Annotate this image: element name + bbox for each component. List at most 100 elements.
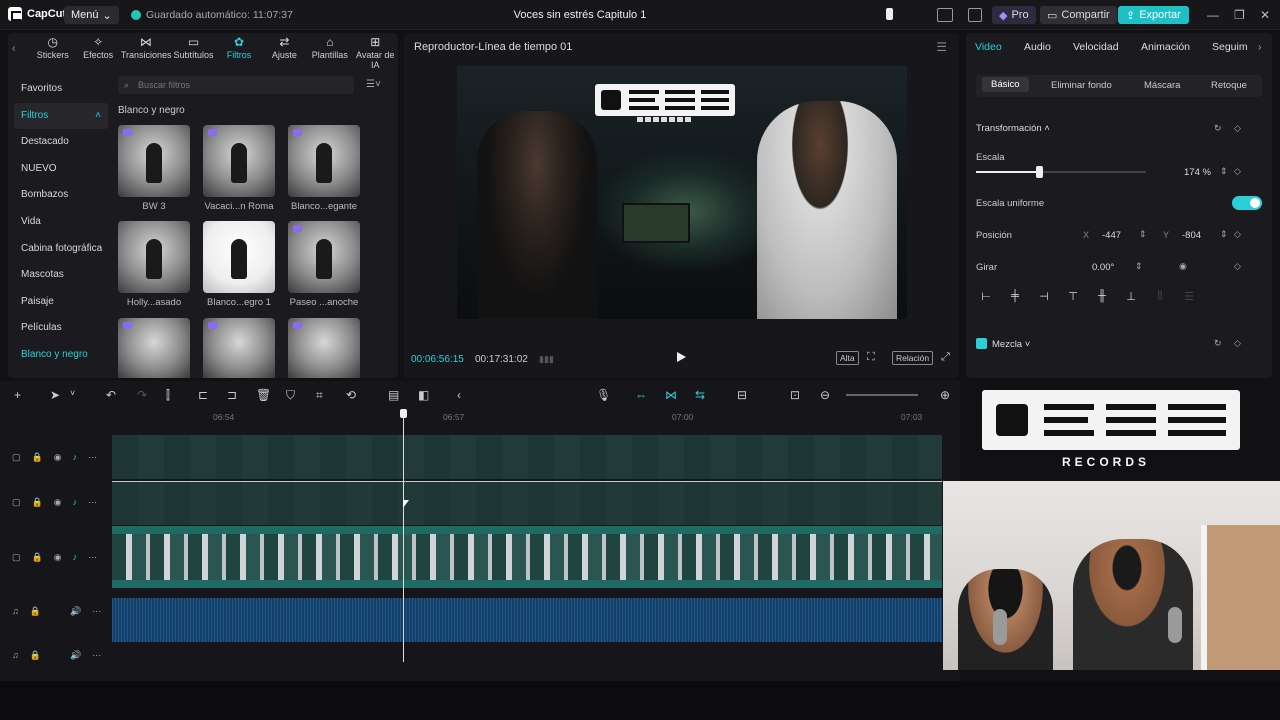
undo-icon[interactable]: ↶ (106, 388, 116, 402)
link-main-track-icon[interactable]: ⇔ (635, 388, 647, 402)
playhead-handle[interactable] (400, 409, 407, 418)
stepper-icon[interactable]: ⇕ (1139, 229, 1147, 240)
audio-link-icon[interactable]: ♪ (73, 552, 78, 563)
video-track-2[interactable] (112, 481, 942, 525)
category-black-white[interactable]: Blanco y negro (14, 342, 108, 369)
keyframe-icon[interactable]: ◇ (1234, 261, 1241, 272)
filter-search-input[interactable]: ⌕ Buscar filtros (118, 76, 354, 94)
audio-link-icon[interactable]: ♪ (73, 452, 78, 463)
position-x-input[interactable]: -447 (1102, 230, 1121, 241)
minimize-icon[interactable]: — (1207, 8, 1219, 22)
tab-tracking[interactable]: Seguim (1212, 41, 1248, 53)
tab-ai-avatar[interactable]: ⊞ Avatar de IA (353, 33, 398, 70)
audio-link-icon[interactable]: ♪ (73, 497, 78, 508)
lock-icon[interactable]: 🔒 (32, 497, 43, 508)
chevron-down-icon[interactable]: ˅ (70, 388, 75, 398)
filter-thumb-negro1[interactable] (203, 221, 275, 293)
eye-icon[interactable]: ◉ (54, 497, 62, 508)
align-bottom-icon[interactable]: ⊥ (1121, 290, 1141, 306)
reset-icon[interactable]: ↻ (1214, 123, 1222, 134)
main-video-track[interactable] (112, 526, 942, 588)
share-button[interactable]: ▭ Compartir (1040, 6, 1117, 24)
more-icon[interactable]: ⋯ (92, 650, 101, 661)
tab-audio[interactable]: Audio (1024, 41, 1051, 53)
keyframe-icon[interactable]: ◇ (1234, 166, 1241, 177)
split-left-icon[interactable]: ⊏ (198, 388, 208, 402)
align-center-h-icon[interactable]: ╪ (1005, 290, 1025, 306)
zoom-slider[interactable] (846, 394, 918, 396)
preview-axis-icon[interactable]: ⊟ (737, 388, 747, 402)
category-filters[interactable]: Filtros ˄ (14, 102, 108, 130)
scale-value[interactable]: 174 % (1184, 167, 1211, 178)
microphone-icon[interactable]: 🎙 (596, 388, 611, 402)
audio-track-icon[interactable]: ♫ (12, 650, 19, 661)
tab-transitions[interactable]: ⋈ Transiciones (121, 33, 172, 60)
track-cover-icon[interactable]: ▢ (12, 497, 21, 508)
stepper-icon[interactable]: ⇕ (1135, 261, 1143, 272)
category-featured[interactable]: Destacado (14, 129, 108, 156)
tab-stickers[interactable]: ◷ Stickers (30, 33, 75, 60)
shield-icon[interactable]: ⛉ (286, 388, 295, 403)
eye-icon[interactable]: ◉ (54, 552, 62, 563)
collapse-icon[interactable]: ‹ (457, 388, 461, 402)
reset-icon[interactable]: ↻ (1214, 338, 1222, 349)
zoom-out-icon[interactable]: ⊖ (820, 388, 830, 402)
tab-animation[interactable]: Animación (1141, 41, 1190, 53)
rotate-input[interactable]: 0.00° (1092, 262, 1114, 273)
subtab-remove-bg[interactable]: Eliminar fondo (1051, 80, 1112, 91)
category-life[interactable]: Vida (14, 209, 108, 236)
split-right-icon[interactable]: ⊐ (227, 388, 237, 402)
subtab-mask[interactable]: Máscara (1144, 80, 1180, 91)
filter-thumb-bw3[interactable] (118, 125, 190, 197)
blend-section-title[interactable]: Mezcla ˅ (992, 339, 1030, 350)
align-right-icon[interactable]: ⊣ (1034, 290, 1054, 306)
category-pets[interactable]: Mascotas (14, 262, 108, 289)
tab-adjust[interactable]: ⇄ Ajuste (262, 33, 307, 60)
freeze-icon[interactable]: ▤ (388, 388, 399, 402)
stepper-icon[interactable]: ⇕ (1220, 166, 1228, 177)
tab-effects[interactable]: ✧ Efectos (75, 33, 120, 60)
export-button[interactable]: ⇪ Exportar (1118, 6, 1189, 24)
category-photobooth[interactable]: Cabina fotográfica (14, 236, 108, 263)
timeline-ruler[interactable]: 06:54 06:57 07:00 07:03 (112, 409, 960, 425)
align-left-icon[interactable]: ⊢ (976, 290, 996, 306)
keyframe-icon[interactable]: ◇ (1234, 123, 1241, 134)
add-icon[interactable]: + (14, 388, 21, 402)
position-y-input[interactable]: -804 (1182, 230, 1201, 241)
crop-icon[interactable]: ⌗ (316, 388, 323, 403)
close-icon[interactable]: ✕ (1260, 8, 1270, 22)
lock-icon[interactable]: 🔒 (30, 606, 41, 617)
filter-thumb-holly[interactable] (118, 221, 190, 293)
menu-icon[interactable]: ☰ (936, 40, 947, 54)
rotate-dial-icon[interactable]: ◉ (1179, 261, 1187, 272)
more-icon[interactable]: ⋯ (88, 497, 97, 508)
filter-thumb-paseo[interactable] (288, 221, 360, 293)
filter-thumb[interactable] (203, 318, 275, 378)
magnet-icon[interactable]: ⋈ (665, 388, 677, 402)
tab-templates[interactable]: ⌂ Plantillas (307, 33, 352, 60)
volume-icon[interactable]: 🔊 (70, 650, 81, 661)
more-icon[interactable]: ⋯ (88, 552, 97, 563)
link-clips-icon[interactable]: ⇆ (695, 388, 705, 402)
pro-button[interactable]: ◆ Pro (992, 6, 1036, 24)
delete-icon[interactable]: 🗑 (256, 388, 271, 402)
layout-icon[interactable] (937, 8, 953, 22)
scale-slider-thumb[interactable] (1035, 166, 1043, 178)
video-track-1[interactable] (112, 435, 942, 479)
tab-filters[interactable]: ✿ Filtros (216, 33, 261, 60)
caption-icon[interactable]: ⊡ (790, 388, 800, 402)
more-icon[interactable]: ⋯ (92, 606, 101, 617)
tab-subtitles[interactable]: ▭ Subtítulos (171, 33, 216, 60)
fit-icon[interactable]: ⛶ (867, 351, 875, 364)
lock-icon[interactable]: 🔒 (30, 650, 41, 661)
zoom-in-icon[interactable]: ⊕ (940, 388, 950, 402)
redo-icon[interactable]: ↷ (137, 388, 147, 402)
stepper-icon[interactable]: ⇕ (1220, 229, 1228, 240)
eye-icon[interactable]: ◉ (54, 452, 62, 463)
lock-icon[interactable]: 🔒 (32, 452, 43, 463)
tab-video[interactable]: Video (975, 41, 1002, 53)
align-top-icon[interactable]: ⊤ (1063, 290, 1083, 306)
subtab-retouch[interactable]: Retoque (1211, 80, 1247, 91)
subtab-basic[interactable]: Básico (982, 77, 1029, 92)
video-preview[interactable] (457, 66, 907, 319)
